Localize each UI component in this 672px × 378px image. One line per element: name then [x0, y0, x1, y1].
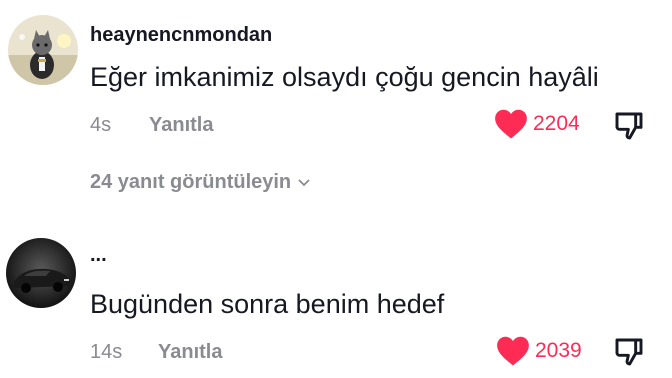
heart-icon — [497, 336, 529, 366]
like-button[interactable]: 2039 — [496, 335, 582, 367]
dislike-button[interactable] — [613, 336, 645, 373]
comment-item: heaynencnmondan Eğer imkanimiz olsaydı ç… — [0, 0, 672, 210]
thumbs-down-icon — [615, 112, 643, 140]
comment-username[interactable]: ... — [90, 244, 107, 267]
comment-time: 4s — [90, 114, 112, 136]
comment-text: Eğer imkanimiz olsaydı çoğu gencin hayâl… — [90, 62, 599, 92]
comment-item: ... Bugünden sonra benim hedef 14s Yanıt… — [0, 210, 672, 378]
comment-text: Bugünden sonra benim hedef — [90, 289, 445, 319]
like-button[interactable]: 2204 — [494, 108, 580, 140]
view-replies-label: 24 yanıt görüntüleyin — [90, 171, 292, 193]
dark-car-avatar-icon — [6, 238, 76, 308]
reply-button[interactable]: Yanıtla — [149, 114, 213, 137]
chevron-down-icon — [298, 178, 310, 186]
comment-time: 14s — [90, 341, 123, 363]
thumbs-down-icon — [615, 338, 643, 366]
dislike-button[interactable] — [613, 110, 645, 147]
avatar[interactable] — [6, 238, 76, 308]
avatar[interactable] — [8, 15, 78, 85]
comment-username[interactable]: heaynencnmondan — [90, 24, 272, 47]
like-count: 2204 — [533, 112, 580, 135]
view-replies-button[interactable]: 24 yanıt görüntüleyin — [90, 171, 311, 194]
heart-icon — [495, 109, 527, 139]
reply-button[interactable]: Yanıtla — [158, 341, 222, 364]
like-count: 2039 — [535, 339, 582, 362]
cat-avatar-icon — [8, 15, 78, 85]
